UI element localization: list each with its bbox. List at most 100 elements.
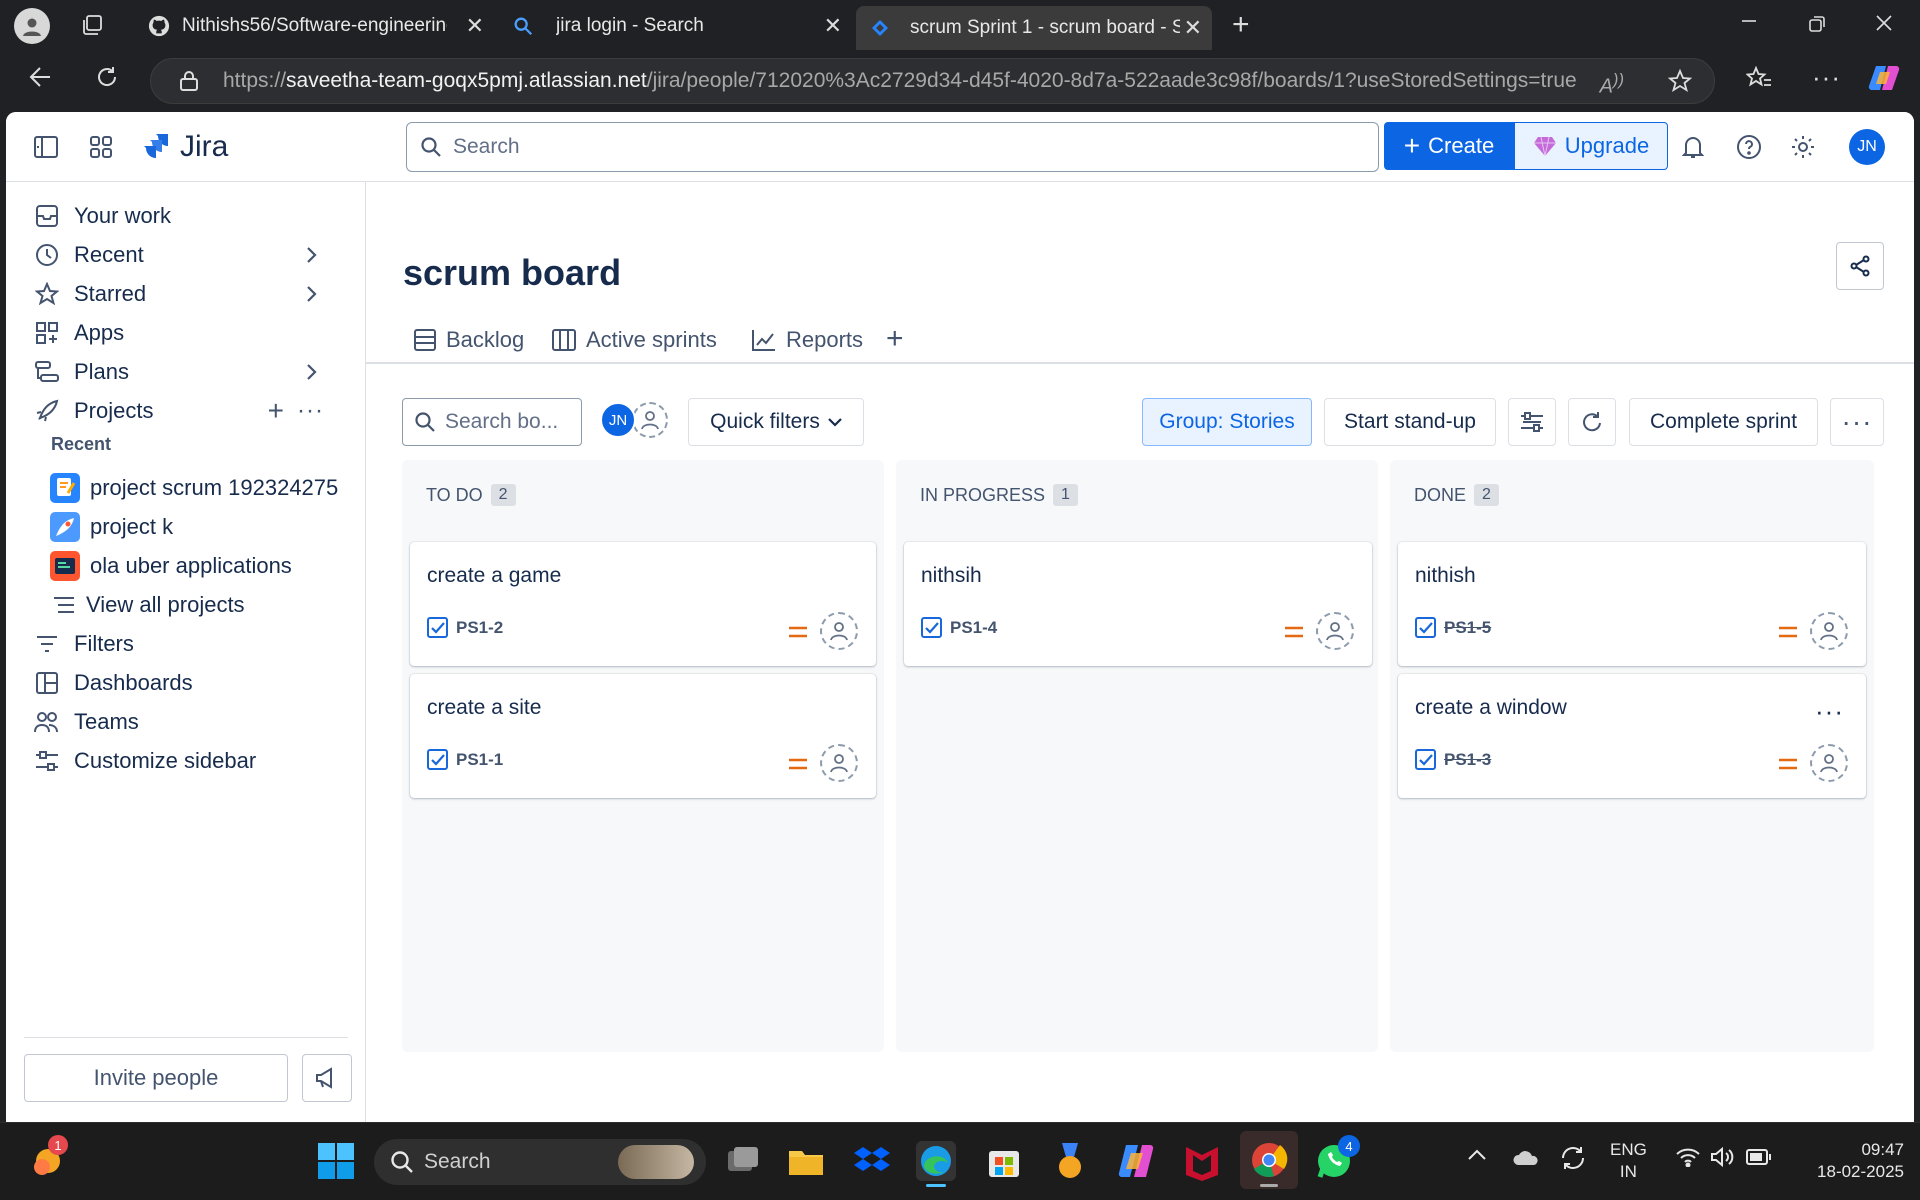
assignee-avatar-icon[interactable] — [1316, 612, 1354, 650]
unassigned-avatar-filter[interactable] — [632, 402, 668, 438]
sidebar-item-filters[interactable]: Filters — [34, 624, 344, 664]
sidebar-item-apps[interactable]: Apps — [34, 313, 344, 353]
board-search-input[interactable]: Search bo... — [402, 398, 582, 446]
view-settings-button[interactable] — [1508, 398, 1556, 446]
chevron-right-icon[interactable] — [306, 363, 318, 381]
quick-filters-dropdown[interactable]: Quick filters — [688, 398, 864, 446]
tab-reports[interactable]: Reports — [752, 327, 863, 353]
close-window-icon[interactable] — [1875, 14, 1893, 32]
issue-card[interactable]: nithish PS1-5 — [1398, 542, 1866, 666]
quick-filters-label: Quick filters — [710, 410, 820, 433]
tab-github[interactable]: Nithishs56/Software-engineering- ✕ — [136, 8, 494, 44]
weather-widget-icon[interactable]: 1 — [28, 1135, 68, 1179]
restore-icon[interactable] — [1808, 15, 1826, 33]
language-indicator[interactable]: ENG IN — [1610, 1139, 1647, 1183]
favorite-star-icon[interactable] — [1668, 69, 1692, 93]
read-aloud-icon[interactable]: A)) — [1600, 70, 1624, 99]
jira-logo[interactable]: Jira — [142, 130, 228, 164]
sidebar-item-plans[interactable]: Plans — [34, 352, 344, 392]
tab-backlog[interactable]: Backlog — [414, 327, 524, 353]
workspaces-icon[interactable] — [80, 13, 104, 37]
sidebar-item-dashboards[interactable]: Dashboards — [34, 663, 344, 703]
whatsapp-icon[interactable]: 4 — [1314, 1135, 1360, 1181]
priority-medium-icon — [788, 625, 808, 639]
copilot-app-icon[interactable] — [1116, 1141, 1156, 1181]
assignee-avatar-icon[interactable] — [820, 744, 858, 782]
complete-sprint-button[interactable]: Complete sprint — [1629, 398, 1818, 446]
add-project-icon[interactable]: + — [268, 395, 284, 427]
project-item[interactable]: project k — [50, 507, 173, 547]
chevron-right-icon[interactable] — [306, 246, 318, 264]
assignee-avatar-icon[interactable] — [1810, 744, 1848, 782]
help-icon[interactable] — [1736, 134, 1762, 160]
issue-card[interactable]: create a window ··· PS1-3 — [1398, 674, 1866, 798]
add-tab-icon[interactable]: + — [886, 322, 904, 356]
reload-icon[interactable] — [94, 64, 120, 90]
user-avatar[interactable]: JN — [1849, 129, 1885, 165]
close-icon[interactable]: ✕ — [824, 13, 842, 39]
search-input[interactable]: Search — [406, 122, 1379, 172]
settings-gear-icon[interactable] — [1790, 134, 1816, 160]
assignee-avatar-icon[interactable] — [1810, 612, 1848, 650]
start-standup-button[interactable]: Start stand-up — [1324, 398, 1496, 446]
notifications-icon[interactable] — [1682, 134, 1704, 160]
board-more-button[interactable]: ··· — [1830, 398, 1884, 446]
tab-active-sprints[interactable]: Active sprints — [552, 327, 717, 353]
profile-icon[interactable] — [14, 8, 50, 44]
taskbar-search[interactable]: Search — [374, 1139, 706, 1185]
start-windows-icon[interactable] — [316, 1141, 356, 1181]
favorites-icon[interactable] — [1746, 66, 1772, 90]
assignee-avatar-icon[interactable] — [820, 612, 858, 650]
refresh-button[interactable] — [1568, 398, 1616, 446]
close-icon[interactable]: ✕ — [1184, 15, 1202, 41]
back-icon[interactable] — [28, 64, 54, 90]
task-view-icon[interactable] — [722, 1141, 762, 1181]
sidebar-item-teams[interactable]: Teams — [34, 702, 344, 742]
edge-browser-icon[interactable] — [916, 1141, 956, 1187]
sidebar-item-customize[interactable]: Customize sidebar — [34, 741, 344, 781]
sidebar-item-starred[interactable]: Starred — [34, 274, 344, 314]
microsoft-store-icon[interactable] — [984, 1141, 1024, 1181]
volume-icon[interactable] — [1710, 1147, 1734, 1167]
close-icon[interactable]: ✕ — [466, 13, 484, 39]
invite-people-button[interactable]: Invite people — [24, 1054, 288, 1102]
create-button[interactable]: + Create — [1384, 122, 1514, 170]
view-all-projects[interactable]: View all projects — [52, 585, 245, 625]
sidebar-item-projects[interactable]: Projects + ··· — [34, 391, 344, 431]
share-button[interactable] — [1836, 242, 1884, 290]
tab-search[interactable]: jira login - Search ✕ — [500, 8, 852, 44]
avatar-filter-jn[interactable]: JN — [600, 402, 636, 438]
upgrade-button[interactable]: Upgrade — [1514, 122, 1668, 170]
chevron-up-icon[interactable] — [1468, 1149, 1486, 1161]
sidebar-item-your-work[interactable]: Your work — [34, 196, 344, 236]
project-item[interactable]: ola uber applications — [50, 546, 292, 586]
battery-icon[interactable] — [1746, 1149, 1772, 1165]
sidebar-toggle-icon[interactable] — [34, 136, 58, 158]
mcafee-icon[interactable] — [1182, 1141, 1222, 1181]
card-more-icon[interactable]: ··· — [1815, 696, 1844, 727]
feedback-megaphone-icon[interactable] — [302, 1054, 352, 1102]
chrome-browser-icon[interactable] — [1240, 1131, 1298, 1189]
rewards-medal-icon[interactable] — [1050, 1141, 1090, 1181]
wifi-icon[interactable] — [1676, 1147, 1700, 1167]
issue-card[interactable]: nithsih PS1-4 — [904, 542, 1372, 666]
chevron-right-icon[interactable] — [306, 285, 318, 303]
onedrive-icon[interactable] — [1512, 1147, 1540, 1169]
file-explorer-icon[interactable] — [786, 1141, 826, 1181]
clock[interactable]: 09:47 18-02-2025 — [1808, 1139, 1904, 1183]
new-tab-icon[interactable]: + — [1232, 10, 1250, 40]
issue-card[interactable]: create a site PS1-1 — [410, 674, 876, 798]
tab-scrum-board[interactable]: scrum Sprint 1 - scrum board - Sc ✕ — [856, 6, 1212, 50]
copilot-icon[interactable] — [1868, 64, 1900, 92]
minimize-icon[interactable] — [1740, 12, 1758, 30]
sync-icon[interactable] — [1560, 1145, 1586, 1171]
app-switcher-icon[interactable] — [90, 136, 112, 158]
more-icon[interactable]: ··· — [297, 397, 324, 425]
group-by-button[interactable]: Group: Stories — [1142, 398, 1312, 446]
issue-card[interactable]: create a game PS1-2 — [410, 542, 876, 666]
dropbox-icon[interactable] — [852, 1141, 892, 1181]
more-icon[interactable]: ··· — [1812, 62, 1841, 93]
address-bar[interactable]: https://saveetha-team-goqx5pmj.atlassian… — [150, 58, 1715, 104]
project-item[interactable]: project scrum 192324275 — [50, 468, 338, 508]
sidebar-item-recent[interactable]: Recent — [34, 235, 344, 275]
